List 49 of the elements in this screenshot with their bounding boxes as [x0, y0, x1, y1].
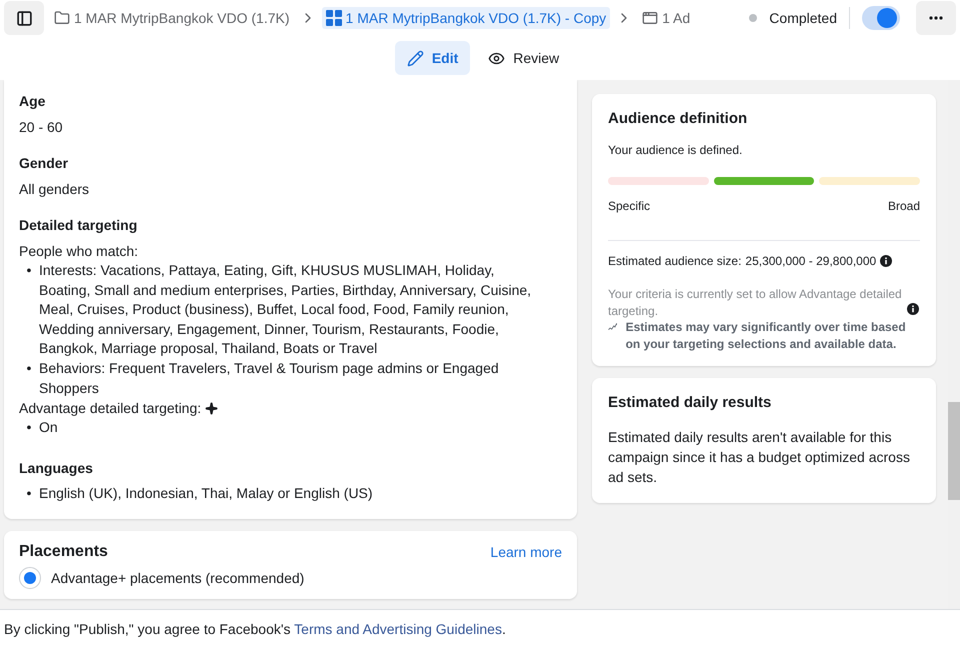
sidebar-icon [16, 10, 32, 26]
window-icon [642, 10, 658, 26]
advantage-label: Advantage detailed targeting: [19, 399, 202, 418]
list-bullet: • [26, 418, 32, 438]
radio-label: Advantage+ placements (recommended) [51, 570, 304, 586]
section-value: All genders [19, 180, 90, 199]
section-heading: Gender [19, 155, 70, 171]
audience-status: Your audience is defined. [608, 143, 744, 157]
language-item: English (UK), Indonesian, Thai, Malay or English (US) [39, 484, 373, 503]
status-label: Completed [769, 10, 837, 26]
list-bullet: • [26, 484, 32, 503]
audience-size-value: 25,300,000 - 29,800,000 [745, 254, 876, 268]
info-icon[interactable] [907, 302, 920, 314]
audience-size-label: Estimated audience size: [608, 254, 742, 268]
advantage-value: On [39, 418, 58, 438]
daily-results-text: Estimated daily results aren't available for this campaign since it has a budget optimized across ad sets. [608, 428, 911, 487]
criteria-text: Your criteria is currently set to allow Advantage detailed targeting. [608, 286, 903, 319]
pencil-icon [406, 50, 424, 66]
section-heading: Detailed targeting [19, 217, 138, 233]
meter-low-label: Specific [608, 199, 650, 213]
learn-more-link[interactable]: Learn more [490, 544, 562, 560]
meter-high-label: Broad [888, 199, 920, 213]
section-heading: Age [19, 93, 46, 109]
card-title: Estimated daily results [608, 394, 772, 411]
list-bullet: • [26, 261, 32, 280]
targeting-item: Interests: Vacations, Pattaya, Eating, Gift, KHUSUS MUSLIMAH, Holiday, Boating, Small and medium enterprises, Parties, Birthday, Anniversary, Cuisine, Meal, Cruises, Product (business), Buffet, Local food, Food, Family reunion, Wedding anniversary, Engagement, Dinner, Tourism, Restaurants, Foodie, Bangkok, Marriage proposal, Thailand, Boats or Travel [39, 261, 532, 358]
breadcrumb-item[interactable]: 1 Ad [638, 7, 694, 29]
list-bullet: • [26, 358, 32, 378]
card-title: Placements [19, 543, 108, 562]
section-value: 20 - 60 [19, 118, 64, 137]
card-title: Audience definition [608, 110, 748, 127]
sidebar-toggle-button[interactable] [4, 1, 44, 35]
estimate-note: Estimates may vary significantly over time based on your targeting selections and available data. [626, 319, 907, 352]
tab[interactable]: Review [476, 41, 572, 75]
grid-icon [326, 10, 342, 26]
radio-button[interactable] [19, 567, 41, 590]
breadcrumb-item[interactable]: 1 MAR MytripBangkok VDO (1.7K) - Copy [322, 7, 610, 29]
breadcrumb-item[interactable]: 1 MAR MytripBangkok VDO (1.7K) [50, 7, 294, 29]
sparkle-icon [205, 402, 218, 415]
more-icon [929, 16, 943, 20]
info-icon[interactable] [880, 255, 892, 267]
section-heading: Languages [19, 460, 94, 476]
folder-icon [54, 10, 70, 26]
toggle-switch[interactable] [862, 6, 900, 30]
section-intro: People who match: [19, 242, 140, 261]
footer-text: By clicking "Publish," you agree to Facebook's Terms and Advertising Guidelines. [4, 621, 506, 637]
targeting-item: Behaviors: Frequent Travelers, Travel & Tourism page admins or Engaged Shoppers [39, 358, 500, 398]
tab[interactable]: Edit [394, 41, 470, 75]
terms-link[interactable]: Terms and Advertising Guidelines [294, 621, 502, 637]
